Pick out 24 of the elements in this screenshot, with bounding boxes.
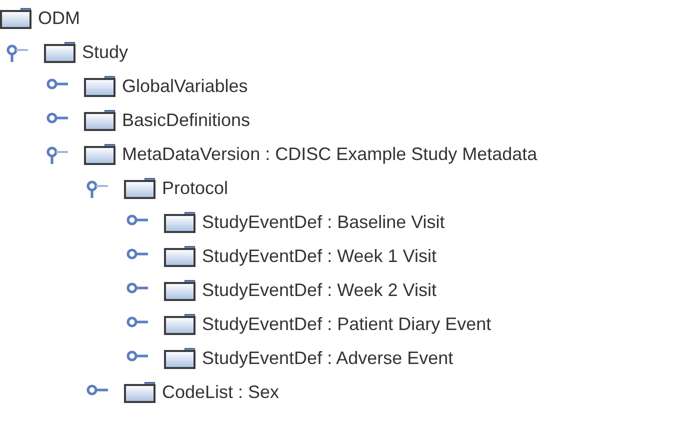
folder-icon <box>164 245 196 267</box>
tree-node-label[interactable]: StudyEventDef : Week 1 Visit <box>202 245 436 267</box>
folder-icon <box>164 279 196 301</box>
tree-node-label[interactable]: StudyEventDef : Baseline Visit <box>202 211 445 233</box>
tree-node-label[interactable]: Study <box>82 41 128 63</box>
folder-icon <box>84 109 116 131</box>
tree-node-label[interactable]: StudyEventDef : Adverse Event <box>202 347 454 369</box>
tree-node-label[interactable]: StudyEventDef : Week 2 Visit <box>202 279 436 301</box>
folder-icon <box>124 177 156 199</box>
folder-icon <box>0 7 32 29</box>
folder-icon <box>164 313 196 335</box>
tree-node-label[interactable]: Protocol <box>162 177 228 199</box>
tree-node-label[interactable]: CodeList : Sex <box>162 381 280 403</box>
tree-node-label[interactable]: MetaDataVersion : CDISC Example Study Metadata <box>122 143 538 165</box>
tree-node-label[interactable]: BasicDefinitions <box>122 109 250 131</box>
folder-icon <box>84 143 116 165</box>
folder-icon <box>164 347 196 369</box>
tree-node-label[interactable]: GlobalVariables <box>122 75 248 97</box>
folder-icon <box>44 41 76 63</box>
tree-node-label[interactable]: ODM <box>38 7 80 29</box>
folder-icon <box>84 75 116 97</box>
tree-node-label[interactable]: StudyEventDef : Patient Diary Event <box>202 313 492 335</box>
folder-icon <box>164 211 196 233</box>
folder-icon <box>124 381 156 403</box>
